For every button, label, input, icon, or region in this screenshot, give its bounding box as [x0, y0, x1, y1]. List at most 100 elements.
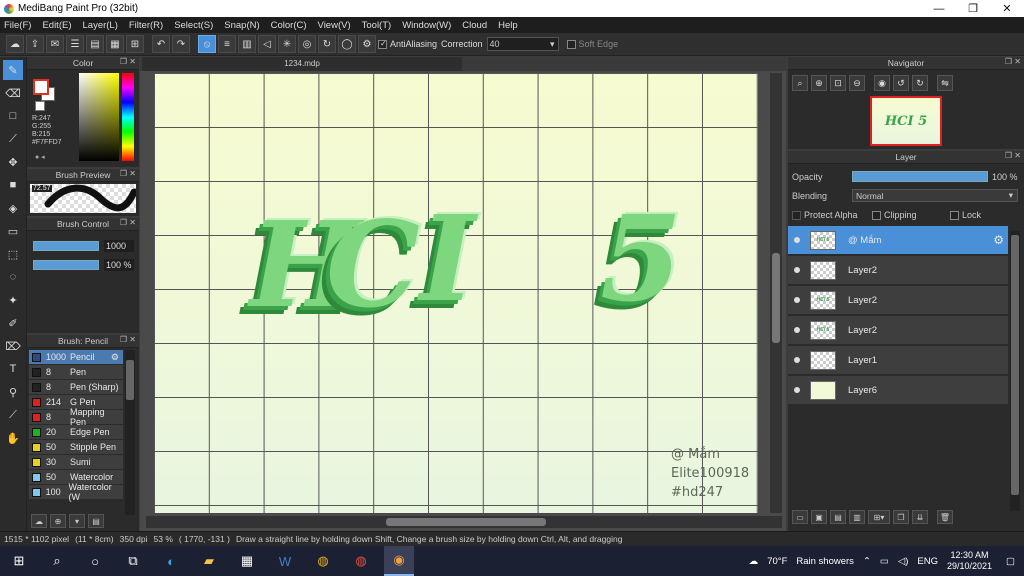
clipping-checkbox[interactable] — [872, 210, 881, 220]
fill-rect-tool-icon[interactable]: ■ — [3, 175, 23, 195]
rotate-reset-icon[interactable]: ◉ — [874, 75, 890, 91]
brush-settings-icon[interactable]: ⚙ — [111, 352, 119, 363]
new-layer-icon[interactable]: ▭ — [792, 510, 808, 524]
lock-checkbox[interactable] — [950, 210, 959, 220]
brush-item[interactable]: 20 Edge Pen — [29, 425, 123, 440]
brush-item[interactable]: 100 Watercolor (W — [29, 482, 123, 502]
transparent-swatch[interactable] — [35, 101, 45, 111]
crop-icon[interactable]: ⊞ — [126, 35, 144, 53]
chevron-up-icon[interactable]: ⌃ — [863, 556, 871, 567]
snap-perspective-icon[interactable]: ◁ — [258, 35, 276, 53]
new-1bit-layer-icon[interactable]: ▥ — [849, 510, 865, 524]
weather-text[interactable]: Rain showers — [796, 556, 854, 567]
input-language[interactable]: ENG — [917, 556, 938, 567]
zoom-in-icon[interactable]: ⊕ — [811, 75, 827, 91]
color-mode-icons[interactable]: ● ◂ — [35, 153, 45, 161]
soft-edge-checkbox[interactable] — [566, 39, 576, 49]
move-tool-icon[interactable]: ✥ — [3, 152, 23, 172]
add-brush-icon[interactable]: ⊕ — [50, 514, 66, 528]
brush-size-value[interactable]: 1000 — [104, 240, 134, 252]
select-pen-icon[interactable]: ✐ — [3, 313, 23, 333]
snap-ellipse-icon[interactable]: ◯ — [338, 35, 356, 53]
snap-curve-icon[interactable]: ↻ — [318, 35, 336, 53]
panel-controls-icon[interactable]: ❐ ✕ — [120, 57, 136, 66]
cortana-icon[interactable]: ○ — [80, 546, 110, 576]
snap-grid-icon[interactable]: ▥ — [238, 35, 256, 53]
divide-tool-icon[interactable]: ⚲ — [3, 382, 23, 402]
eraser-tool-icon[interactable]: ⌫ — [3, 83, 23, 103]
eyedropper-icon[interactable]: ⟋ — [3, 405, 23, 425]
clock[interactable]: 12:30 AM 29/10/2021 — [947, 550, 992, 572]
visibility-eye-icon[interactable] — [794, 237, 800, 243]
hand-tool-icon[interactable]: ✋ — [3, 428, 23, 448]
cloud-icon[interactable]: ☁ — [6, 35, 24, 53]
menu-file[interactable]: File(F) — [4, 20, 31, 31]
brush-opacity-value[interactable]: 100 % — [104, 259, 134, 271]
visibility-eye-icon[interactable] — [794, 357, 800, 363]
panel-controls-icon[interactable]: ❐ ✕ — [120, 335, 136, 344]
panel-controls-icon[interactable]: ❐ ✕ — [120, 218, 136, 227]
store-icon[interactable]: ▦ — [232, 546, 262, 576]
gradient-tool-icon[interactable]: ▭ — [3, 221, 23, 241]
brush-tool-icon[interactable]: ✎ — [3, 60, 23, 80]
cloud-brush-icon[interactable]: ☁ — [31, 514, 47, 528]
brush-item[interactable]: 8 Pen — [29, 365, 123, 380]
layer-settings-icon[interactable]: ⚙ — [993, 233, 1004, 247]
menu-select[interactable]: Select(S) — [174, 20, 213, 31]
flip-icon[interactable]: ⇋ — [937, 75, 953, 91]
layer-row[interactable]: Layer2 — [788, 256, 1008, 285]
menu-window[interactable]: Window(W) — [402, 20, 451, 31]
brush-item[interactable]: 50 Stipple Pen — [29, 440, 123, 455]
new-halftone-layer-icon[interactable]: ▣ — [811, 510, 827, 524]
add-layer-menu-icon[interactable]: ⊞▾ — [868, 510, 890, 524]
snap-radial-icon[interactable]: ✳ — [278, 35, 296, 53]
visibility-eye-icon[interactable] — [794, 297, 800, 303]
layer-row[interactable]: HCI 5 @ Mắm ⚙ — [788, 226, 1008, 255]
menu-cloud[interactable]: Cloud — [462, 20, 487, 31]
comment-icon[interactable]: ✉ — [46, 35, 64, 53]
navigator-thumbnail[interactable]: HCI 5 — [870, 96, 942, 146]
canvas-horizontal-scrollbar[interactable] — [146, 516, 782, 528]
notifications-icon[interactable]: ▢ — [1006, 556, 1015, 567]
antialiasing-toggle[interactable]: AntiAliasing — [378, 39, 437, 49]
panel-controls-icon[interactable]: ❐ ✕ — [120, 169, 136, 178]
brush-item[interactable]: 8 Pen (Sharp) — [29, 380, 123, 395]
search-icon[interactable]: ⌕ — [42, 546, 72, 576]
merge-layer-icon[interactable]: ⇊ — [912, 510, 928, 524]
snap-settings-icon[interactable]: ⚙ — [358, 35, 376, 53]
zoom-out-icon[interactable]: ⊖ — [849, 75, 865, 91]
duplicate-layer-icon[interactable]: ❐ — [893, 510, 909, 524]
share-icon[interactable]: ⇪ — [26, 35, 44, 53]
delete-layer-icon[interactable]: 🗑 — [937, 510, 953, 524]
chrome-alt-icon[interactable]: ◍ — [346, 546, 376, 576]
select-rect-icon[interactable]: ⬚ — [3, 244, 23, 264]
layer-list-scrollbar[interactable] — [1010, 231, 1020, 511]
soft-edge-toggle[interactable]: Soft Edge — [566, 39, 618, 49]
menu-filter[interactable]: Filter(R) — [129, 20, 163, 31]
canvas-vertical-scrollbar[interactable] — [770, 73, 782, 513]
panel-controls-icon[interactable]: ❐ ✕ — [1005, 151, 1021, 160]
menu-tool[interactable]: Tool(T) — [362, 20, 392, 31]
new-8bit-layer-icon[interactable]: ▤ — [830, 510, 846, 524]
brush-opacity-slider[interactable] — [33, 260, 99, 270]
redo-icon[interactable]: ↷ — [172, 35, 190, 53]
brush-item[interactable]: 8 Mapping Pen — [29, 407, 123, 427]
word-icon[interactable]: W — [270, 546, 300, 576]
select-eraser-icon[interactable]: ⌦ — [3, 336, 23, 356]
menu-edit[interactable]: Edit(E) — [42, 20, 71, 31]
protect-alpha-checkbox[interactable] — [792, 210, 801, 220]
rotate-right-icon[interactable]: ↻ — [912, 75, 928, 91]
fit-view-icon[interactable]: ⊡ — [830, 75, 846, 91]
foreground-color-swatch[interactable] — [33, 79, 49, 95]
windows-start-icon[interactable]: ⊞ — [4, 546, 34, 576]
brush-item[interactable]: 1000 Pencil ⚙ — [29, 350, 123, 365]
bucket-tool-icon[interactable]: ◈ — [3, 198, 23, 218]
dot-tool-icon[interactable]: ⟋ — [3, 129, 23, 149]
brush-size-slider[interactable] — [33, 241, 99, 251]
lasso-icon[interactable]: ◌ — [3, 267, 23, 287]
clipping-toggle[interactable]: Clipping — [872, 210, 917, 220]
layer-row[interactable]: HCI 5 Layer2 — [788, 316, 1008, 345]
rectangle-tool-icon[interactable]: □ — [3, 106, 23, 126]
antialiasing-checkbox[interactable] — [378, 39, 387, 49]
blending-select[interactable]: Normal ▾ — [852, 189, 1018, 202]
